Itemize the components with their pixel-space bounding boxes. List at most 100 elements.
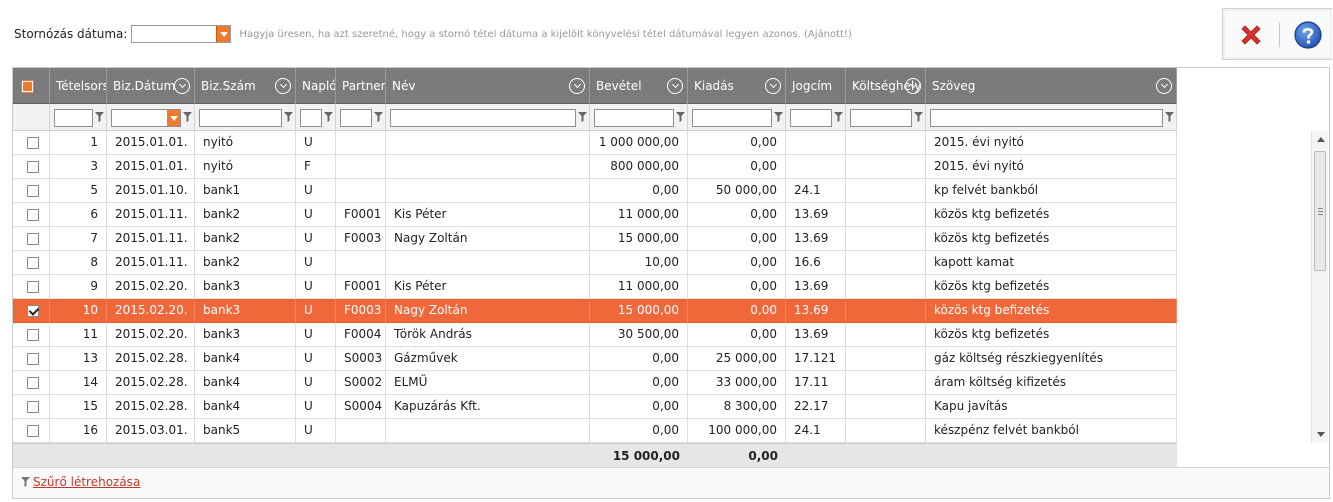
storno-date-input[interactable] (131, 25, 232, 43)
row-checkbox[interactable] (27, 305, 39, 317)
filter-input-tetel[interactable] (54, 109, 93, 127)
row-checkbox[interactable] (27, 353, 39, 365)
column-menu-icon[interactable] (765, 78, 781, 94)
date-filter-picker-button[interactable] (167, 110, 180, 126)
table-row[interactable]: 6 2015.01.11. bank2 U F0001 Kis Péter 11 000,0… (13, 203, 1177, 227)
table-row[interactable]: 11 2015.02.20. bank3 U F0004 Török András 30 5… (13, 323, 1177, 347)
row-checkbox[interactable] (27, 257, 39, 269)
row-checkbox[interactable] (27, 137, 39, 149)
column-menu-icon[interactable] (1156, 78, 1172, 94)
filter-icon[interactable] (1165, 112, 1174, 122)
cell-nev (386, 419, 590, 443)
filter-icon[interactable] (374, 112, 383, 122)
cell-kiadas: 0,00 (688, 275, 786, 299)
filter-input-szam[interactable] (199, 109, 282, 127)
filter-icon[interactable] (183, 112, 192, 122)
close-icon[interactable] (1237, 21, 1265, 49)
column-header-partner[interactable]: Partner (336, 68, 386, 104)
filter-input-kiadas[interactable] (692, 109, 772, 127)
row-checkbox[interactable] (27, 377, 39, 389)
cell-partner: F0001 (336, 203, 386, 227)
row-checkbox[interactable] (27, 401, 39, 413)
filter-input-szoveg[interactable] (930, 109, 1163, 127)
table-row[interactable]: 5 2015.01.10. bank1 U 0,00 50 000,00 24.1 kp fe… (13, 179, 1177, 203)
filter-icon[interactable] (95, 112, 104, 122)
scroll-up-icon[interactable] (1317, 137, 1325, 142)
filter-icon[interactable] (324, 112, 333, 122)
filter-icon[interactable] (774, 112, 783, 122)
row-checkbox-cell (13, 347, 50, 371)
column-header-bevetel[interactable]: Bevétel (590, 68, 688, 104)
row-checkbox-cell (13, 227, 50, 251)
column-header-szoveg[interactable]: Szöveg (926, 68, 1177, 104)
scroll-down-icon[interactable] (1317, 432, 1325, 437)
table-row[interactable]: 3 2015.01.01. nyitó F 800 000,00 0,00 2015. év… (13, 155, 1177, 179)
filter-input-datum[interactable] (111, 109, 181, 127)
column-menu-icon[interactable] (174, 78, 190, 94)
row-checkbox[interactable] (27, 281, 39, 293)
totals-row: 15 000,00 0,00 (13, 443, 1177, 467)
column-header-chk[interactable] (13, 68, 50, 104)
filter-input-nev[interactable] (390, 109, 576, 127)
scroll-thumb[interactable] (1314, 151, 1326, 271)
table-row[interactable]: 14 2015.02.28. bank4 U S0002 ELMŰ 0,00 33 000,0… (13, 371, 1177, 395)
cell-jogcim: 13.69 (786, 227, 846, 251)
table-row[interactable]: 10 2015.02.20. bank3 U F0003 Nagy Zoltán 15 00… (13, 299, 1177, 323)
column-header-kiadas[interactable]: Kiadás (688, 68, 786, 104)
filter-icon[interactable] (834, 112, 843, 122)
filter-input-bevetel[interactable] (594, 109, 674, 127)
create-filter-link[interactable]: Szűrő létrehozása (33, 475, 140, 489)
column-header-datum[interactable]: Biz.Dátum (107, 68, 195, 104)
cell-partner (336, 155, 386, 179)
table-row[interactable]: 1 2015.01.01. nyitó U 1 000 000,00 0,00 2015. … (13, 131, 1177, 155)
filter-cell-jogcim (786, 104, 846, 131)
row-checkbox[interactable] (27, 233, 39, 245)
toolbar (1222, 8, 1332, 60)
column-header-szam[interactable]: Biz.Szám (195, 68, 296, 104)
date-picker-button[interactable] (216, 26, 231, 42)
table-row[interactable]: 9 2015.02.20. bank3 U F0001 Kis Péter 11 000,0… (13, 275, 1177, 299)
row-checkbox[interactable] (27, 425, 39, 437)
row-checkbox[interactable] (27, 209, 39, 221)
cell-tetel: 13 (50, 347, 107, 371)
filter-input-jogcim[interactable] (790, 109, 832, 127)
filter-icon[interactable] (578, 112, 587, 122)
column-header-koltseg[interactable]: Költséghely (846, 68, 926, 104)
cell-partner: F0003 (336, 227, 386, 251)
cell-naplo: U (296, 131, 336, 155)
table-row[interactable]: 13 2015.02.28. bank4 U S0003 Gázművek 0,00 25 0… (13, 347, 1177, 371)
cell-datum: 2015.02.20. (107, 299, 195, 323)
filter-input-partner[interactable] (340, 109, 372, 127)
help-icon[interactable] (1293, 20, 1323, 50)
cell-szoveg: 2015. évi nyitó (926, 131, 1177, 155)
column-header-tetel[interactable]: Tételsors (50, 68, 107, 104)
table-row[interactable]: 16 2015.03.01. bank5 U 0,00 100 000,00 24.1 kés… (13, 419, 1177, 443)
cell-kiadas: 33 000,00 (688, 371, 786, 395)
column-header-jogcim[interactable]: Jogcím (786, 68, 846, 104)
filter-cell-nev (386, 104, 590, 131)
select-all-checkbox[interactable] (22, 81, 33, 92)
cell-bevetel: 15 000,00 (590, 227, 688, 251)
filter-input-koltseg[interactable] (850, 109, 912, 127)
table-row[interactable]: 7 2015.01.11. bank2 U F0003 Nagy Zoltán 15 000… (13, 227, 1177, 251)
table-row[interactable]: 8 2015.01.11. bank2 U 10,00 0,00 16.6 kapott ka… (13, 251, 1177, 275)
row-checkbox[interactable] (27, 185, 39, 197)
filter-icon[interactable] (676, 112, 685, 122)
cell-koltseg (846, 179, 926, 203)
cell-kiadas: 0,00 (688, 203, 786, 227)
column-header-label: Biz.Dátum (113, 79, 176, 93)
column-header-naplo[interactable]: Napló (296, 68, 336, 104)
filter-icon[interactable] (914, 112, 923, 122)
column-menu-icon[interactable] (905, 78, 921, 94)
column-menu-icon[interactable] (667, 78, 683, 94)
vertical-scrollbar[interactable] (1311, 131, 1328, 443)
row-checkbox[interactable] (27, 161, 39, 173)
column-header-nev[interactable]: Név (386, 68, 590, 104)
cell-nev: Kapuzárás Kft. (386, 395, 590, 419)
row-checkbox[interactable] (27, 329, 39, 341)
column-menu-icon[interactable] (275, 78, 291, 94)
filter-icon[interactable] (284, 112, 293, 122)
filter-input-naplo[interactable] (300, 109, 322, 127)
table-row[interactable]: 15 2015.02.28. bank4 U S0004 Kapuzárás Kft. 0,… (13, 395, 1177, 419)
column-menu-icon[interactable] (569, 78, 585, 94)
